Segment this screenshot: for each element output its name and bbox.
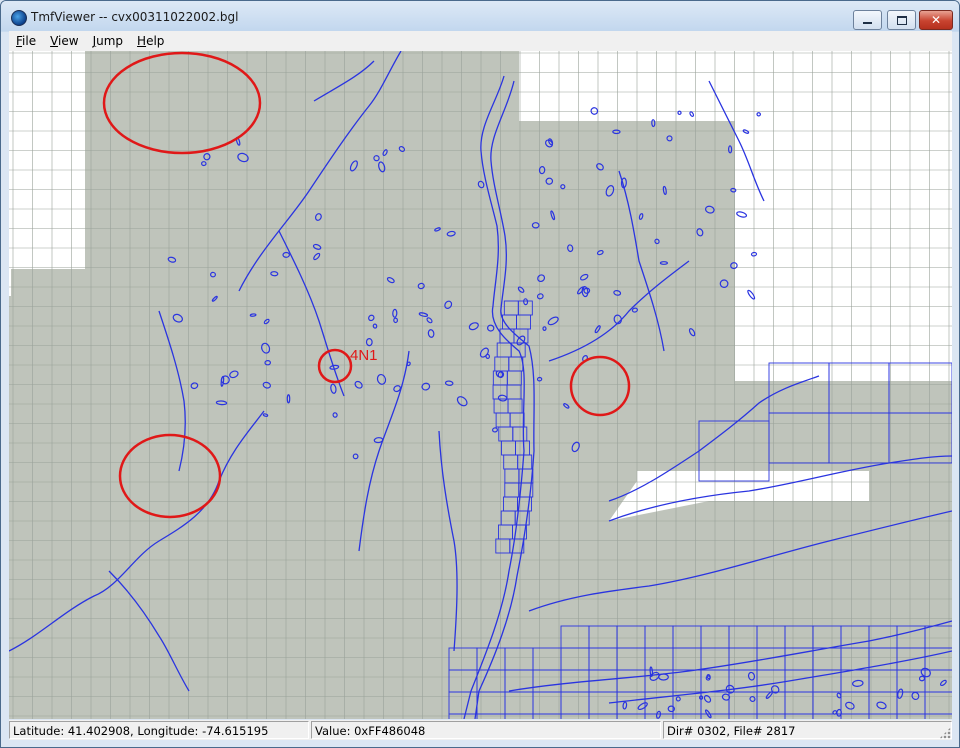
menu-jump[interactable]: Jump — [86, 31, 130, 51]
map-view[interactable]: 4N1 — [9, 51, 952, 719]
close-button[interactable]: ✕ — [919, 10, 953, 30]
status-coordinates: Latitude: 41.402908, Longitude: -74.6151… — [9, 721, 309, 739]
window-title: TmfViewer -- cvx00311022002.bgl — [31, 10, 239, 24]
menu-file[interactable]: File — [9, 31, 43, 51]
map-canvas[interactable]: 4N1 — [9, 51, 952, 719]
lake — [756, 112, 761, 117]
lake — [689, 111, 695, 117]
menu-view[interactable]: View — [43, 31, 85, 51]
status-dir-file: Dir# 0302, File# 2817 — [663, 721, 952, 739]
menu-jump-label: ump — [96, 34, 124, 48]
minimize-icon — [863, 22, 872, 24]
menu-help[interactable]: Help — [130, 31, 171, 51]
app-window: TmfViewer -- cvx00311022002.bgl ✕ File V… — [0, 0, 960, 748]
lake — [590, 107, 599, 115]
menu-view-label: iew — [58, 34, 79, 48]
minimize-button[interactable] — [853, 10, 882, 30]
lake — [736, 211, 748, 218]
globe-icon — [11, 10, 27, 26]
marker-label-4n1: 4N1 — [350, 347, 378, 364]
menu-bar: File View Jump Help — [9, 31, 952, 51]
status-pixel-value: Value: 0xFF486048 — [311, 721, 661, 739]
status-bar: Latitude: 41.402908, Longitude: -74.6151… — [9, 720, 952, 740]
menu-help-label: elp — [146, 34, 165, 48]
lake — [742, 129, 750, 134]
maximize-button[interactable] — [887, 10, 916, 30]
menu-help-accel: H — [137, 34, 147, 48]
menu-file-label: ile — [22, 34, 37, 48]
lake — [747, 289, 756, 300]
maximize-icon — [896, 15, 907, 25]
title-bar[interactable]: TmfViewer -- cvx00311022002.bgl ✕ — [1, 1, 959, 31]
close-icon: ✕ — [930, 13, 942, 27]
menu-view-accel: V — [50, 34, 59, 48]
